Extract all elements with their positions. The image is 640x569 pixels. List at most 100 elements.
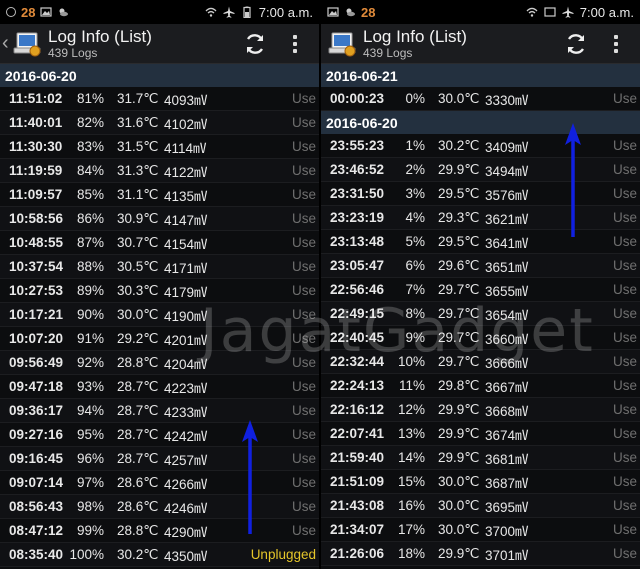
temperature: 28.7℃ — [117, 378, 159, 394]
usage-status: Use — [291, 187, 316, 202]
temperature: 31.7℃ — [117, 90, 159, 106]
app-title: Log Info (List) — [48, 27, 152, 46]
usage-status: Use — [291, 331, 316, 346]
temperature: 29.9℃ — [438, 449, 480, 465]
battery-level: 95% — [76, 427, 104, 442]
temperature: 29.2℃ — [117, 330, 159, 346]
battery-level: 83% — [76, 139, 104, 154]
log-row[interactable]: 10:58:56 86% 30.9℃ 4147㎷ Use — [0, 207, 319, 231]
refresh-icon[interactable] — [243, 32, 267, 56]
log-time: 11:51:02 — [9, 91, 63, 106]
voltage: 4246㎷ — [164, 500, 208, 516]
usage-status: Use — [612, 498, 637, 513]
temperature: 29.7℃ — [438, 281, 480, 297]
overflow-menu-icon[interactable] — [293, 34, 299, 53]
voltage: 4147㎷ — [164, 212, 208, 228]
log-row[interactable]: 11:30:30 83% 31.5℃ 4114㎷ Use — [0, 135, 319, 159]
log-row[interactable]: 09:16:45 96% 28.7℃ 4257㎷ Use — [0, 447, 319, 471]
date-section-rows: 00:00:23 0% 30.0℃ 3330㎷ Use — [321, 87, 640, 111]
notification-count: 28 — [361, 4, 376, 20]
battery-level: 5% — [405, 234, 425, 249]
log-row[interactable]: 21:26:06 18% 29.9℃ 3701㎷ Use — [321, 542, 640, 566]
battery-level: 12% — [397, 402, 425, 417]
usage-status: Use — [612, 546, 637, 561]
battery-level: 0% — [405, 91, 425, 106]
voltage: 4223㎷ — [164, 380, 208, 396]
status-time: 7:00 a.m. — [258, 4, 313, 20]
voltage: 3576㎷ — [485, 187, 529, 203]
log-row[interactable]: 09:07:14 97% 28.6℃ 4266㎷ Use — [0, 471, 319, 495]
log-row[interactable]: 11:40:01 82% 31.6℃ 4102㎷ Use — [0, 111, 319, 135]
temperature: 30.2℃ — [117, 546, 159, 562]
usage-status: Use — [612, 138, 637, 153]
usage-status: Use — [612, 450, 637, 465]
log-row[interactable]: 11:19:59 84% 31.3℃ 4122㎷ Use — [0, 159, 319, 183]
weather-icon — [59, 8, 69, 17]
log-row[interactable]: 23:55:23 1% 30.2℃ 3409㎷ Use — [321, 134, 640, 158]
log-row[interactable]: 22:49:15 8% 29.7℃ 3654㎷ Use — [321, 302, 640, 326]
log-row[interactable]: 10:07:20 91% 29.2℃ 4201㎷ Use — [0, 327, 319, 351]
voltage: 4114㎷ — [164, 140, 207, 156]
usage-status: Use — [612, 234, 637, 249]
refresh-icon[interactable] — [564, 32, 588, 56]
log-row[interactable]: 22:32:44 10% 29.7℃ 3666㎷ Use — [321, 350, 640, 374]
log-row[interactable]: 23:31:50 3% 29.5℃ 3576㎷ Use — [321, 182, 640, 206]
log-row[interactable]: 00:00:23 0% 30.0℃ 3330㎷ Use — [321, 87, 640, 111]
log-row[interactable]: 22:40:45 9% 29.7℃ 3660㎷ Use — [321, 326, 640, 350]
log-row[interactable]: 09:27:16 95% 28.7℃ 4242㎷ Use — [0, 423, 319, 447]
log-row[interactable]: 09:56:49 92% 28.8℃ 4204㎷ Use — [0, 351, 319, 375]
log-row[interactable]: 21:51:09 15% 30.0℃ 3687㎷ Use — [321, 470, 640, 494]
log-list[interactable]: 2016-06-21 00:00:23 0% 30.0℃ 3330㎷ Use 2016-06… — [321, 64, 640, 566]
log-count: 439 Logs — [363, 46, 413, 60]
log-list[interactable]: 2016-06-20 11:51:02 81% 31.7℃ 4093㎷ Use 11:40:… — [0, 64, 319, 567]
log-row[interactable]: 23:05:47 6% 29.6℃ 3651㎷ Use — [321, 254, 640, 278]
log-row[interactable]: 23:23:19 4% 29.3℃ 3621㎷ Use — [321, 206, 640, 230]
log-row[interactable]: 09:36:17 94% 28.7℃ 4233㎷ Use — [0, 399, 319, 423]
log-time: 23:55:23 — [330, 138, 385, 153]
log-row[interactable]: 21:34:07 17% 30.0℃ 3700㎷ Use — [321, 518, 640, 542]
battery-level: 9% — [405, 330, 425, 345]
log-time: 08:35:40 — [9, 547, 64, 562]
notification-badge-icon — [6, 7, 16, 17]
log-row[interactable]: 10:37:54 88% 30.5℃ 4171㎷ Use — [0, 255, 319, 279]
log-row[interactable]: 11:09:57 85% 31.1℃ 4135㎷ Use — [0, 183, 319, 207]
log-row[interactable]: 22:16:12 12% 29.9℃ 3668㎷ Use — [321, 398, 640, 422]
usage-status: Use — [291, 163, 316, 178]
log-row[interactable]: 08:56:43 98% 28.6℃ 4246㎷ Use — [0, 495, 319, 519]
log-row[interactable]: 21:43:08 16% 30.0℃ 3695㎷ Use — [321, 494, 640, 518]
battery-icon — [243, 6, 251, 18]
voltage: 3660㎷ — [485, 331, 529, 347]
log-row[interactable]: 09:47:18 93% 28.7℃ 4223㎷ Use — [0, 375, 319, 399]
log-row[interactable]: 22:56:46 7% 29.7℃ 3655㎷ Use — [321, 278, 640, 302]
usage-status: Unplugged — [250, 547, 316, 562]
log-row[interactable]: 22:07:41 13% 29.9℃ 3674㎷ Use — [321, 422, 640, 446]
log-row[interactable]: 10:27:53 89% 30.3℃ 4179㎷ Use — [0, 279, 319, 303]
log-row[interactable]: 10:17:21 90% 30.0℃ 4190㎷ Use — [0, 303, 319, 327]
log-time: 22:07:41 — [330, 426, 385, 441]
battery-level: 15% — [397, 474, 425, 489]
log-row[interactable]: 11:51:02 81% 31.7℃ 4093㎷ Use — [0, 87, 319, 111]
temperature: 28.7℃ — [117, 426, 159, 442]
usage-status: Use — [291, 307, 316, 322]
usage-status: Use — [612, 306, 637, 321]
app-bar: ‹ Log Info (List) 439 Logs — [0, 24, 319, 64]
usage-status: Use — [291, 139, 316, 154]
temperature: 30.2℃ — [438, 137, 480, 153]
battery-level: 3% — [405, 186, 425, 201]
battery-level: 91% — [76, 331, 104, 346]
usage-status: Use — [291, 283, 316, 298]
log-time: 22:49:15 — [330, 306, 385, 321]
log-row[interactable]: 08:47:12 99% 28.8℃ 4290㎷ Use — [0, 519, 319, 543]
log-row[interactable]: 23:46:52 2% 29.9℃ 3494㎷ Use — [321, 158, 640, 182]
log-row[interactable]: 08:35:40 100% 30.2℃ 4350㎷ Unplugged — [0, 543, 319, 567]
log-row[interactable]: 10:48:55 87% 30.7℃ 4154㎷ Use — [0, 231, 319, 255]
log-row[interactable]: 21:59:40 14% 29.9℃ 3681㎷ Use — [321, 446, 640, 470]
overflow-menu-icon[interactable] — [614, 34, 620, 53]
voltage: 3621㎷ — [485, 211, 529, 227]
back-chevron-icon[interactable]: ‹ — [2, 32, 10, 55]
image-icon — [327, 7, 339, 17]
battery-level: 7% — [405, 282, 425, 297]
log-row[interactable]: 22:24:13 11% 29.8℃ 3667㎷ Use — [321, 374, 640, 398]
log-row[interactable]: 23:13:48 5% 29.5℃ 3641㎷ Use — [321, 230, 640, 254]
temperature: 29.3℃ — [438, 209, 480, 225]
